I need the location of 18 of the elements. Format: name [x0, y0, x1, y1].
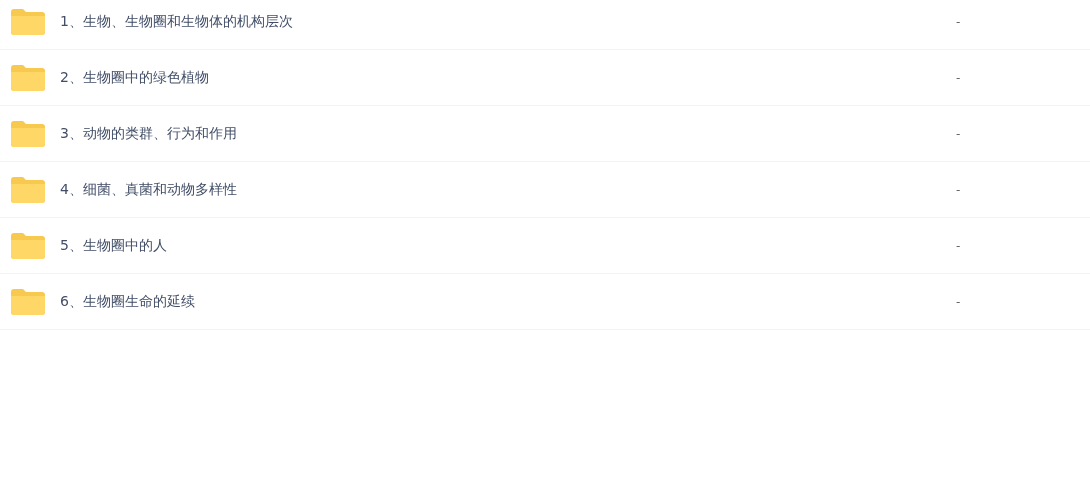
folder-icon [11, 120, 45, 147]
folder-icon [11, 64, 45, 91]
file-size: - [956, 126, 961, 141]
file-size: - [956, 238, 961, 253]
folder-name[interactable]: 3、动物的类群、行为和作用 [60, 124, 940, 143]
folder-name[interactable]: 4、细菌、真菌和动物多样性 [60, 180, 940, 199]
folder-name[interactable]: 1、生物、生物圈和生物体的机构层次 [60, 12, 940, 31]
folder-name[interactable]: 6、生物圈生命的延续 [60, 292, 940, 311]
file-size: - [956, 14, 961, 29]
folder-name[interactable]: 5、生物圈中的人 [60, 236, 940, 255]
file-size: - [956, 182, 961, 197]
file-size: - [956, 294, 961, 309]
folder-name[interactable]: 2、生物圈中的绿色植物 [60, 68, 940, 87]
folder-icon [11, 288, 45, 315]
folder-icon [11, 8, 45, 35]
folder-icon [11, 232, 45, 259]
file-size: - [956, 70, 961, 85]
folder-icon [11, 176, 45, 203]
